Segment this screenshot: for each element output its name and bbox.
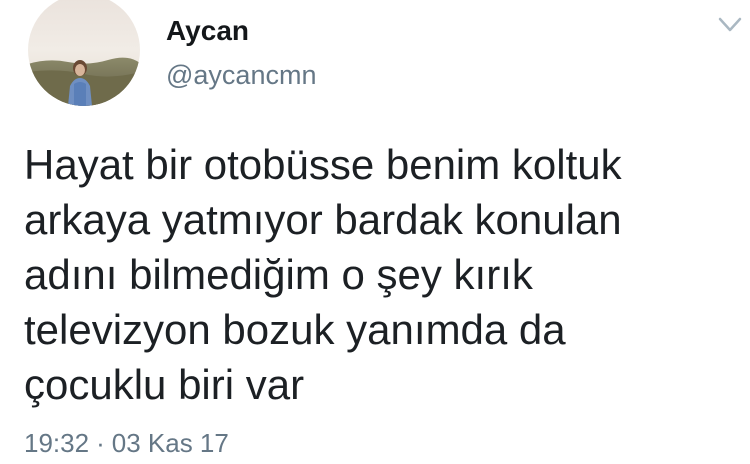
avatar[interactable] [28, 0, 140, 106]
tweet-text-line: televizyon bozuk yanımda da [24, 306, 566, 353]
tweet-date: 03 Kas 17 [111, 428, 229, 458]
tweet-text-line: adını bilmediğim o şey kırık [24, 251, 533, 298]
tweet-text-line: Hayat bir otobüsse benim koltuk [24, 141, 622, 188]
separator-dot: · [96, 428, 105, 458]
chevron-down-icon[interactable] [716, 14, 744, 36]
avatar-photo [28, 0, 140, 106]
tweet-time: 19:32 [24, 428, 90, 458]
tweet-card: Aycan @aycancmn Hayat bir otobüsse benim… [0, 0, 750, 464]
tweet-timestamp[interactable]: 19:32 · 03 Kas 17 [24, 426, 229, 460]
tweet-text: Hayat bir otobüsse benim koltuk arkaya y… [24, 137, 724, 412]
display-name[interactable]: Aycan [166, 14, 249, 48]
tweet-text-line: arkaya yatmıyor bardak konulan [24, 196, 622, 243]
user-handle[interactable]: @aycancmn [166, 58, 316, 92]
tweet-text-line: çocuklu biri var [24, 361, 305, 408]
